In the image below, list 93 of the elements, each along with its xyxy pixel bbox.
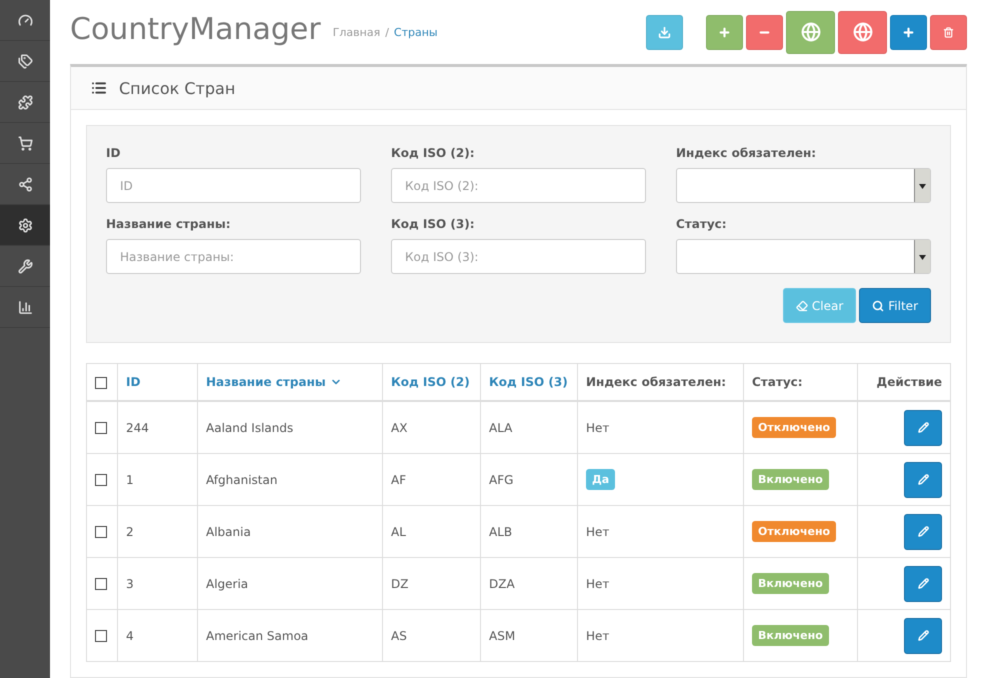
- page-title: CountryManager: [70, 12, 321, 46]
- settings-icon: [18, 218, 32, 232]
- input-field[interactable]: ID: [106, 168, 361, 203]
- edit-button[interactable]: [904, 514, 942, 550]
- field-label: Статус:: [676, 217, 728, 231]
- field-label: Название страны:: [106, 217, 232, 231]
- add-button[interactable]: [890, 14, 927, 50]
- status-badge: Включено: [752, 625, 829, 646]
- tags-icon: [18, 54, 32, 68]
- edit-button[interactable]: [904, 410, 942, 446]
- status-badge: Включено: [752, 573, 829, 594]
- table-cell: DZ: [391, 576, 408, 590]
- globe-button[interactable]: [838, 10, 887, 54]
- select-field[interactable]: [676, 168, 931, 203]
- clear-button[interactable]: Clear: [782, 288, 856, 323]
- remove-button[interactable]: [746, 14, 783, 50]
- status-badge: Включено: [752, 469, 829, 490]
- breadcrumb-link[interactable]: Страны: [394, 26, 438, 38]
- wrench-icon: [18, 258, 32, 274]
- globe-button[interactable]: [786, 10, 835, 54]
- globe-icon: [800, 22, 820, 42]
- table-cell: ALA: [489, 420, 512, 434]
- field-label: Код ISO (3):: [391, 217, 476, 231]
- column-header: Статус:: [752, 375, 803, 389]
- table-cell: 4: [126, 628, 134, 642]
- column-header: Индекс обязателен:: [586, 375, 726, 389]
- dashboard-icon: [18, 12, 32, 28]
- table-cell: AX: [391, 420, 408, 434]
- table-cell: AF: [391, 472, 406, 486]
- pencil-icon: [918, 474, 928, 485]
- table-cell: Afghanistan: [206, 472, 278, 486]
- table-cell: Albania: [206, 524, 251, 538]
- input-field[interactable]: Код ISO (3):: [391, 239, 646, 274]
- table-cell: Нет: [586, 628, 610, 642]
- table-cell: 2: [126, 524, 134, 538]
- table-cell: AL: [391, 524, 406, 538]
- edit-button[interactable]: [904, 462, 942, 498]
- table-cell: Нет: [586, 524, 610, 538]
- table-cell: 244: [126, 420, 149, 434]
- column-header[interactable]: ID: [126, 375, 140, 389]
- table-cell: Нет: [586, 576, 610, 590]
- checkbox[interactable]: [95, 474, 107, 486]
- plus-icon: [718, 26, 731, 38]
- breadcrumb-link[interactable]: Главная: [332, 26, 380, 38]
- add-button[interactable]: [706, 14, 743, 50]
- table-cell: 1: [126, 472, 134, 486]
- delete-button[interactable]: [930, 14, 967, 50]
- puzzle-icon: [18, 94, 32, 110]
- edit-button[interactable]: [904, 618, 942, 654]
- table-cell: 3: [126, 576, 134, 590]
- filter-button[interactable]: Filter: [859, 288, 931, 323]
- cart-icon: [18, 136, 32, 150]
- table-cell: Нет: [586, 420, 610, 434]
- pencil-icon: [918, 422, 928, 433]
- checkbox[interactable]: [95, 578, 107, 590]
- status-badge: Отключено: [752, 417, 836, 438]
- pencil-icon: [918, 578, 928, 589]
- column-header: Действие: [876, 375, 942, 389]
- input-field[interactable]: Название страны:: [106, 239, 361, 274]
- table-cell: AFG: [489, 472, 514, 486]
- select-field[interactable]: [676, 239, 931, 274]
- field-label: Код ISO (2):: [391, 146, 476, 160]
- eraser-icon: [796, 300, 808, 312]
- table-cell: AS: [391, 628, 407, 642]
- sidebar-item[interactable]: [0, 205, 50, 246]
- bar-chart-icon: [18, 300, 32, 314]
- download-icon: [658, 26, 671, 38]
- checkbox[interactable]: [95, 376, 107, 389]
- trash-icon: [943, 26, 954, 38]
- breadcrumb-separator: /: [385, 26, 389, 38]
- table-cell: ALB: [489, 524, 512, 538]
- checkbox[interactable]: [95, 526, 107, 538]
- pencil-icon: [918, 630, 928, 641]
- field-label: ID: [106, 146, 122, 160]
- panel-title: Список Стран: [119, 78, 236, 98]
- table-cell: Aaland Islands: [206, 420, 294, 434]
- field-label: Индекс обязателен:: [676, 146, 818, 160]
- table-cell: DZA: [489, 576, 515, 590]
- list-icon: [91, 80, 107, 96]
- input-field[interactable]: Код ISO (2):: [391, 168, 646, 203]
- table-cell: American Samoa: [206, 628, 308, 642]
- status-badge: Да: [586, 469, 616, 490]
- share-icon: [18, 176, 32, 192]
- plus-icon: [902, 26, 915, 38]
- search-icon: [872, 300, 884, 312]
- pencil-icon: [918, 526, 928, 537]
- table-cell: ASM: [489, 628, 516, 642]
- table-cell: Algeria: [206, 576, 248, 590]
- edit-button[interactable]: [904, 566, 942, 602]
- globe-icon: [852, 22, 872, 42]
- checkbox[interactable]: [95, 630, 107, 642]
- checkbox[interactable]: [95, 422, 107, 434]
- status-badge: Отключено: [752, 521, 836, 542]
